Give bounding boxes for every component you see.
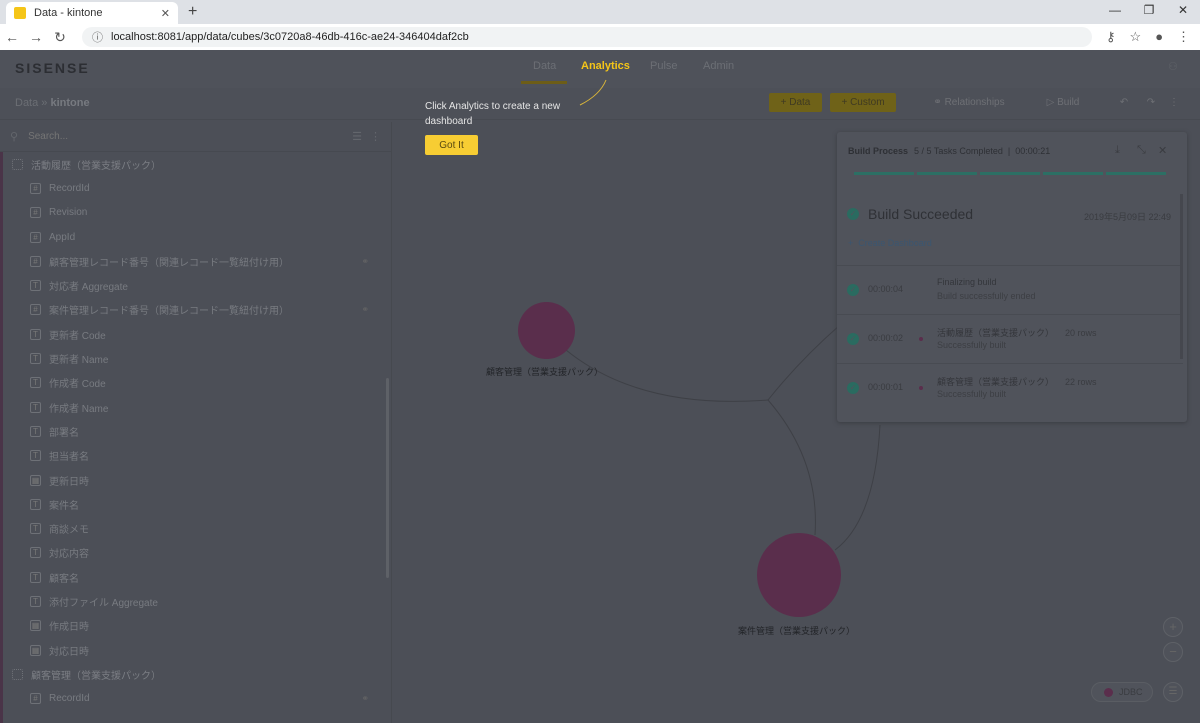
- got-it-button[interactable]: Got It: [425, 135, 478, 155]
- build-step: ✓ 00:00:04 Finalizing build Build successfu…: [837, 265, 1183, 314]
- success-icon: ✓: [847, 382, 859, 394]
- success-icon: ✓: [847, 333, 859, 345]
- connection-dot-icon: [1104, 687, 1113, 697]
- elapsed-time: 00:00:21: [1015, 146, 1051, 156]
- build-process-panel: Build Process 5 / 5 Tasks Completed | 00:…: [837, 132, 1187, 422]
- panel-title: Build Process: [848, 146, 909, 156]
- success-icon: ✓: [847, 208, 859, 220]
- table-node-label: 案件管理（営業支援パック）: [738, 626, 856, 636]
- panel-scrollbar[interactable]: [1180, 194, 1183, 359]
- build-step: ✓ 00:00:02 活動履歴（営業支援パック） Successfully built…: [837, 314, 1183, 363]
- close-icon[interactable]: ✕: [1158, 144, 1167, 157]
- download-icon[interactable]: ⤓: [1115, 144, 1120, 157]
- tooltip-arrow: [579, 79, 607, 106]
- relation-line[interactable]: [767, 399, 816, 536]
- build-status: Build Succeeded: [868, 206, 974, 222]
- table-node[interactable]: [757, 533, 841, 617]
- build-step: ✓ 00:00:01 顧客管理（営業支援パック） Successfully built…: [837, 363, 1183, 412]
- list-button[interactable]: ☰: [1163, 682, 1183, 702]
- collapse-icon[interactable]: ⤡: [1137, 144, 1146, 157]
- relation-line[interactable]: [767, 324, 841, 401]
- connection-badge[interactable]: JDBC: [1091, 682, 1153, 702]
- tooltip-text: Click Analytics to create a new dashboar…: [425, 101, 561, 127]
- build-date: 2019年5月09日 22:49: [1083, 212, 1171, 222]
- success-icon: ✓: [847, 284, 859, 296]
- tasks-count: 5 / 5 Tasks Completed: [914, 146, 1003, 156]
- create-dashboard-link[interactable]: + Create Dashboard: [848, 238, 932, 248]
- table-node-label: 顧客管理（営業支援パック）: [486, 367, 604, 377]
- table-node[interactable]: [518, 302, 575, 359]
- build-progress-bar: [854, 172, 1166, 175]
- zoom-out-button[interactable]: −: [1163, 642, 1183, 662]
- table-dot-icon: [919, 386, 923, 390]
- table-dot-icon: [919, 337, 923, 341]
- zoom-in-button[interactable]: +: [1163, 617, 1183, 637]
- relation-line[interactable]: [834, 424, 881, 551]
